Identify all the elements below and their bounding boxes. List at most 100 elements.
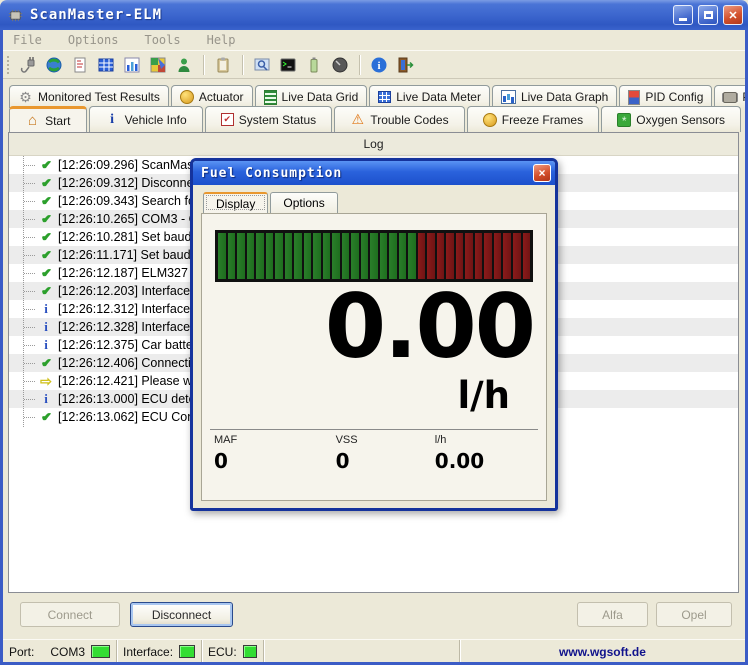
check-icon bbox=[38, 158, 54, 172]
check-icon bbox=[38, 410, 54, 424]
gauge-segment-red bbox=[484, 233, 492, 279]
status-bar: Port: COM3 Interface: ECU: www.wgsoft.de bbox=[3, 639, 745, 663]
tab-live-data-grid[interactable]: Live Data Grid bbox=[254, 85, 368, 108]
gauge-segment-green bbox=[294, 233, 302, 279]
connect-plug-icon[interactable] bbox=[18, 55, 38, 75]
chip-icon bbox=[723, 91, 738, 103]
tab-freeze-frames[interactable]: Freeze Frames bbox=[466, 106, 600, 132]
tab-power[interactable]: Power bbox=[714, 85, 748, 108]
gauge-segment-green bbox=[237, 233, 245, 279]
log-entry-text: [12:26:09.343] Search for bbox=[58, 194, 200, 208]
status-interface: Interface: bbox=[117, 640, 202, 663]
gear-icon bbox=[18, 90, 33, 105]
actuator-icon bbox=[179, 90, 194, 104]
tab-pid-config[interactable]: PID Config bbox=[619, 85, 713, 108]
tab-vehicle-info[interactable]: Vehicle Info bbox=[88, 106, 203, 132]
close-button[interactable]: ✕ bbox=[723, 5, 743, 25]
log-entry-text: [12:26:13.062] ECU Conn bbox=[58, 410, 202, 424]
tab-system-status[interactable]: System Status bbox=[204, 106, 333, 132]
toolbar-separator bbox=[242, 54, 243, 75]
tab-start[interactable]: Start bbox=[9, 106, 87, 132]
gauge-segment-green bbox=[246, 233, 255, 279]
dialog-title-bar[interactable]: Fuel Consumption × bbox=[193, 161, 555, 185]
terminal-icon[interactable] bbox=[278, 55, 298, 75]
port-status-indicator bbox=[91, 645, 110, 658]
maximize-button[interactable] bbox=[698, 5, 718, 25]
gauge-segment-green bbox=[351, 233, 359, 279]
clipboard-icon[interactable] bbox=[213, 55, 233, 75]
gauge-segment-green bbox=[332, 233, 340, 279]
tab-label: Vehicle Info bbox=[124, 112, 187, 127]
arrow-icon bbox=[38, 373, 54, 390]
data-chart-icon[interactable] bbox=[122, 55, 142, 75]
app-chip-icon bbox=[5, 5, 25, 25]
log-entry-text: [12:26:10.281] Set baudr. bbox=[58, 230, 199, 244]
freeze-icon bbox=[482, 112, 497, 127]
toolbar-separator bbox=[359, 54, 360, 75]
report-document-icon[interactable] bbox=[70, 55, 90, 75]
alfa-button: Alfa bbox=[577, 602, 648, 627]
exit-door-icon[interactable] bbox=[395, 55, 415, 75]
menu-options[interactable]: Options bbox=[68, 33, 119, 47]
gauge-segment-red bbox=[455, 233, 464, 279]
dialog-title: Fuel Consumption bbox=[201, 165, 343, 181]
gauge-segment-green bbox=[275, 233, 283, 279]
interface-status-indicator bbox=[179, 645, 195, 658]
battery-icon[interactable] bbox=[304, 55, 324, 75]
status-port: Port: COM3 bbox=[3, 640, 117, 663]
gauge-segment-green bbox=[256, 233, 264, 279]
dialog-tab-display[interactable]: Display bbox=[203, 192, 269, 213]
dialog-close-icon[interactable]: × bbox=[533, 164, 551, 182]
gauge-segment-red bbox=[474, 233, 483, 279]
pid-icon bbox=[628, 89, 641, 105]
field-l-h: l/h 0.00 bbox=[435, 434, 534, 473]
tab-live-data-graph[interactable]: Live Data Graph bbox=[491, 85, 618, 108]
website-link[interactable]: www.wgsoft.de bbox=[460, 640, 745, 663]
log-entry-text: [12:26:12.421] Please wa bbox=[58, 374, 200, 388]
search-screen-icon[interactable] bbox=[252, 55, 272, 75]
check-icon bbox=[38, 176, 54, 190]
menu-bar: File Options Tools Help bbox=[3, 30, 748, 50]
gauge-segment-red bbox=[465, 233, 473, 279]
graph-window-icon[interactable] bbox=[148, 55, 168, 75]
menu-help[interactable]: Help bbox=[207, 33, 236, 47]
log-entry-text: [12:26:12.187] ELM327 v1 bbox=[58, 266, 205, 280]
field-vss: VSS 0 bbox=[336, 434, 435, 473]
menu-tools[interactable]: Tools bbox=[144, 33, 180, 47]
log-entry-text: [12:26:12.203] Interface bbox=[58, 284, 191, 298]
gauge-knob-icon[interactable] bbox=[330, 55, 350, 75]
dialog-fields: MAF 0 VSS 0 l/h 0.00 bbox=[202, 430, 546, 473]
dialog-body: Display Options 0.00 l/h MAF 0 VSS 0 l/h 0.00 bbox=[193, 185, 555, 509]
tab-label: Trouble Codes bbox=[370, 112, 449, 127]
field-value: 0 bbox=[335, 448, 350, 473]
port-value: COM3 bbox=[50, 644, 85, 659]
minimize-button[interactable] bbox=[673, 5, 693, 25]
tab-label: System Status bbox=[238, 112, 317, 127]
data-grid-icon[interactable] bbox=[96, 55, 116, 75]
log-entry-text: [12:26:12.312] Interface bbox=[58, 302, 191, 316]
tab-oxygen-sensors[interactable]: Oxygen Sensors bbox=[601, 106, 742, 132]
tab-actuator[interactable]: Actuator bbox=[170, 85, 253, 108]
check-icon bbox=[38, 266, 54, 280]
tab-live-data-meter[interactable]: Live Data Meter bbox=[369, 85, 490, 108]
tab-label: Live Data Graph bbox=[520, 90, 609, 104]
menu-file[interactable]: File bbox=[13, 33, 42, 47]
user-icon[interactable] bbox=[174, 55, 194, 75]
info-i-icon bbox=[105, 112, 120, 127]
dialog-tab-options[interactable]: Options bbox=[270, 192, 338, 213]
check-icon bbox=[38, 356, 54, 370]
tab-monitored-test-results[interactable]: Monitored Test Results bbox=[9, 85, 169, 108]
fuel-value: 0.00 bbox=[324, 275, 536, 378]
gauge-segment-green bbox=[218, 233, 226, 279]
fuel-consumption-dialog: Fuel Consumption × Display Options 0.00 l… bbox=[190, 158, 558, 511]
tab-trouble-codes[interactable]: Trouble Codes bbox=[334, 106, 465, 132]
info-icon bbox=[38, 337, 54, 353]
globe-icon[interactable] bbox=[44, 55, 64, 75]
ecu-status-indicator bbox=[242, 645, 257, 658]
disconnect-button[interactable]: Disconnect bbox=[130, 602, 233, 627]
grid-green-icon bbox=[263, 89, 277, 105]
check-icon bbox=[38, 284, 54, 298]
tab-label: Freeze Frames bbox=[501, 112, 584, 127]
info-icon[interactable]: i bbox=[369, 55, 389, 75]
check-icon bbox=[38, 212, 54, 226]
